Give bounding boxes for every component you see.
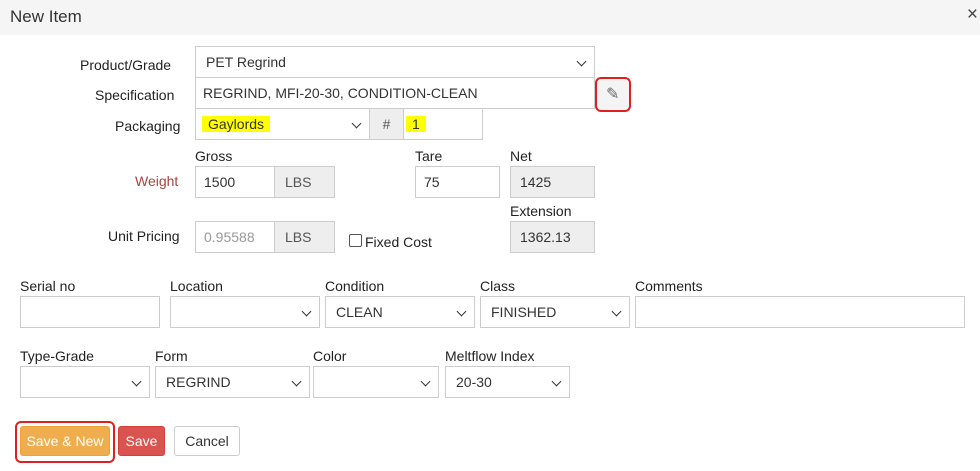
extension-label: Extension	[510, 203, 572, 219]
unit-price-value: 0.95588	[204, 229, 255, 245]
unit-price-input[interactable]: 0.95588	[195, 221, 275, 253]
location-label: Location	[170, 278, 223, 294]
color-label: Color	[313, 348, 347, 364]
specification-value: REGRIND, MFI-20-30, CONDITION-CLEAN	[203, 85, 478, 101]
type-grade-label: Type-Grade	[20, 348, 94, 364]
net-weight-value: 1425	[520, 174, 552, 190]
extension-value: 1362.13	[520, 229, 571, 245]
price-unit: LBS	[274, 221, 335, 253]
packaging-count-value: 1	[406, 116, 426, 132]
fixed-cost-checkbox[interactable]	[349, 234, 362, 247]
fixed-cost-label: Fixed Cost	[365, 234, 432, 250]
serial-no-input[interactable]	[20, 296, 160, 328]
condition-label: Condition	[325, 278, 385, 294]
save-and-new-button[interactable]: Save & New	[20, 426, 110, 456]
product-grade-value: PET Regrind	[206, 54, 286, 70]
tare-weight-value: 75	[424, 174, 440, 190]
tare-weight-input[interactable]: 75	[415, 166, 500, 198]
gross-label: Gross	[195, 148, 233, 164]
tare-label: Tare	[415, 148, 443, 164]
dialog-title: New Item	[10, 7, 82, 26]
net-weight-field: 1425	[510, 166, 595, 198]
pencil-icon: ✎	[606, 86, 620, 103]
net-label: Net	[510, 148, 532, 164]
gross-unit: LBS	[274, 166, 335, 198]
type-grade-select[interactable]	[20, 366, 150, 398]
class-label: Class	[480, 278, 516, 294]
gross-weight-value: 1500	[204, 174, 236, 190]
packaging-select[interactable]: Gaylords	[195, 108, 370, 140]
form-select[interactable]: REGRIND	[155, 366, 310, 398]
save-button[interactable]: Save	[118, 426, 165, 456]
form-label: Form	[155, 348, 188, 364]
extension-field: 1362.13	[510, 221, 595, 253]
unit-pricing-label: Unit Pricing	[108, 228, 180, 244]
weight-label: Weight	[135, 173, 179, 189]
class-select[interactable]: FINISHED	[480, 296, 630, 328]
packaging-value: Gaylords	[202, 116, 271, 132]
close-icon[interactable]: ×	[967, 4, 978, 26]
comments-label: Comments	[635, 278, 703, 294]
location-select[interactable]	[170, 296, 320, 328]
packaging-count-prefix: #	[369, 108, 404, 140]
specification-input[interactable]: REGRIND, MFI-20-30, CONDITION-CLEAN	[195, 77, 595, 109]
meltflow-index-label: Meltflow Index	[445, 348, 535, 364]
cancel-button[interactable]: Cancel	[174, 426, 240, 456]
meltflow-index-select[interactable]: 20-30	[445, 366, 570, 398]
edit-specification-button[interactable]: ✎	[595, 77, 631, 112]
product-grade-select[interactable]: PET Regrind	[195, 46, 595, 78]
dialog-header: New Item ×	[0, 0, 980, 35]
specification-label: Specification	[95, 87, 175, 103]
class-value: FINISHED	[491, 304, 557, 320]
form-value: REGRIND	[166, 374, 231, 390]
color-select[interactable]	[313, 366, 439, 398]
serial-no-label: Serial no	[20, 278, 76, 294]
meltflow-index-value: 20-30	[456, 374, 492, 390]
condition-select[interactable]: CLEAN	[325, 296, 475, 328]
comments-input[interactable]	[635, 296, 965, 328]
product-grade-label: Product/Grade	[80, 57, 172, 73]
condition-value: CLEAN	[336, 304, 383, 320]
packaging-label: Packaging	[115, 118, 181, 134]
gross-weight-input[interactable]: 1500	[195, 166, 275, 198]
packaging-count-input[interactable]: 1	[403, 108, 483, 140]
